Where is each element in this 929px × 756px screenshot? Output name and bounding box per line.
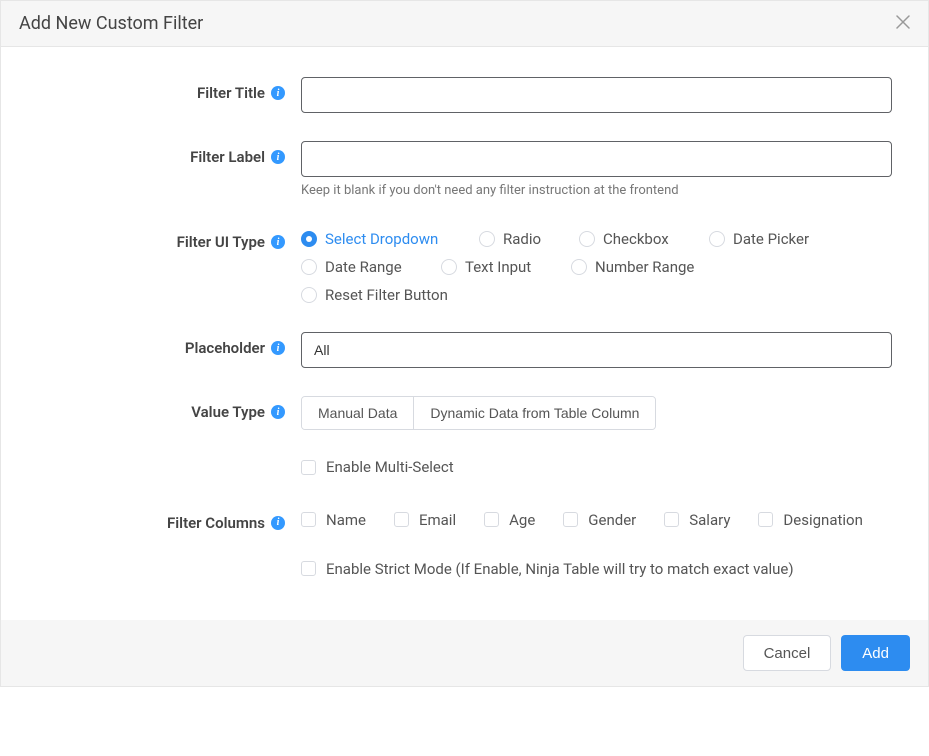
label-filter-columns: Filter Columns i [19, 507, 301, 532]
row-strict-mode: Enable Strict Mode (If Enable, Ninja Tab… [19, 560, 910, 581]
radio-icon [301, 259, 317, 275]
column-gender-checkbox[interactable]: Gender [563, 511, 636, 529]
info-icon[interactable]: i [271, 86, 285, 100]
checkbox-icon [484, 512, 499, 527]
row-filter-title: Filter Title i [19, 77, 910, 113]
label-value-type: Value Type i [19, 396, 301, 421]
value-type-manual-data-button[interactable]: Manual Data [302, 397, 413, 429]
label-filter-label: Filter Label i [19, 141, 301, 166]
row-value-type: Value Type i Manual Data Dynamic Data fr… [19, 396, 910, 430]
radio-icon [571, 259, 587, 275]
column-salary-checkbox[interactable]: Salary [664, 511, 730, 529]
placeholder-input[interactable] [301, 332, 892, 368]
checkbox-icon [563, 512, 578, 527]
column-email-checkbox[interactable]: Email [394, 511, 456, 529]
info-icon[interactable]: i [271, 516, 285, 530]
radio-icon [709, 231, 725, 247]
radio-number-range[interactable]: Number Range [571, 258, 731, 276]
column-designation-checkbox[interactable]: Designation [758, 511, 862, 529]
info-icon[interactable]: i [271, 405, 285, 419]
row-multi-select: Enable Multi-Select [19, 458, 910, 479]
filter-label-help-text: Keep it blank if you don't need any filt… [301, 183, 892, 198]
add-custom-filter-modal: Add New Custom Filter Filter Title i Fil… [0, 0, 929, 687]
checkbox-icon [301, 460, 316, 475]
close-icon [896, 15, 910, 29]
radio-date-picker[interactable]: Date Picker [709, 230, 849, 248]
checkbox-icon [301, 512, 316, 527]
ui-type-radio-group: Select Dropdown Radio Checkbox Date Pick… [301, 226, 892, 304]
radio-icon [441, 259, 457, 275]
filter-title-input[interactable] [301, 77, 892, 113]
checkbox-icon [394, 512, 409, 527]
value-type-segmented: Manual Data Dynamic Data from Table Colu… [301, 396, 656, 430]
label-placeholder: Placeholder i [19, 332, 301, 357]
radio-select-dropdown[interactable]: Select Dropdown [301, 230, 479, 248]
checkbox-icon [664, 512, 679, 527]
radio-checkbox[interactable]: Checkbox [579, 230, 709, 248]
column-name-checkbox[interactable]: Name [301, 511, 366, 529]
checkbox-icon [758, 512, 773, 527]
modal-body: Filter Title i Filter Label i Keep it bl… [1, 47, 928, 620]
enable-strict-mode-checkbox[interactable]: Enable Strict Mode (If Enable, Ninja Tab… [301, 560, 794, 578]
radio-icon [579, 231, 595, 247]
row-filter-label: Filter Label i Keep it blank if you don'… [19, 141, 910, 198]
radio-text-input[interactable]: Text Input [441, 258, 571, 276]
modal-title: Add New Custom Filter [19, 13, 203, 34]
filter-columns-group: Name Email Age Gender [301, 507, 892, 529]
value-type-dynamic-data-button[interactable]: Dynamic Data from Table Column [413, 397, 655, 429]
radio-icon [479, 231, 495, 247]
radio-icon [301, 231, 317, 247]
checkbox-icon [301, 561, 316, 576]
column-age-checkbox[interactable]: Age [484, 511, 535, 529]
label-filter-ui-type: Filter UI Type i [19, 226, 301, 251]
row-filter-ui-type: Filter UI Type i Select Dropdown Radio [19, 226, 910, 304]
radio-icon [301, 287, 317, 303]
close-button[interactable] [896, 15, 910, 33]
info-icon[interactable]: i [271, 150, 285, 164]
add-button[interactable]: Add [841, 635, 910, 671]
info-icon[interactable]: i [271, 341, 285, 355]
row-placeholder: Placeholder i [19, 332, 910, 368]
cancel-button[interactable]: Cancel [743, 635, 832, 671]
radio-radio[interactable]: Radio [479, 230, 579, 248]
info-icon[interactable]: i [271, 235, 285, 249]
filter-label-input[interactable] [301, 141, 892, 177]
modal-footer: Cancel Add [1, 620, 928, 686]
radio-date-range[interactable]: Date Range [301, 258, 441, 276]
label-filter-title: Filter Title i [19, 77, 301, 102]
enable-multi-select-checkbox[interactable]: Enable Multi-Select [301, 458, 454, 476]
radio-reset-filter-button[interactable]: Reset Filter Button [301, 286, 471, 304]
row-filter-columns: Filter Columns i Name Email Age [19, 507, 910, 532]
modal-header: Add New Custom Filter [1, 1, 928, 47]
